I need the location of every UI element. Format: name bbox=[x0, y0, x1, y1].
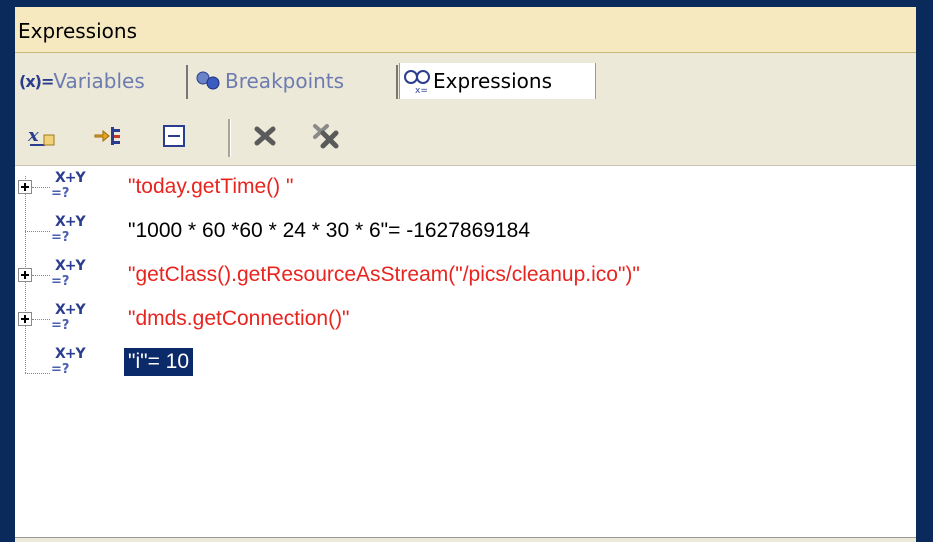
tree-row[interactable]: X+Y =? "getClass().getResourceAsStream("/… bbox=[15, 254, 916, 298]
collapse-all-icon bbox=[160, 121, 190, 155]
watch-expression-icon: X+Y =? bbox=[51, 302, 86, 333]
tab-variables-label: Variables bbox=[53, 69, 145, 93]
watch-expression-icon: X+Y =? bbox=[51, 170, 86, 201]
view-toolbar: x bbox=[15, 111, 916, 166]
tab-breakpoints[interactable]: Breakpoints bbox=[195, 63, 395, 99]
expressions-view: Expressions (x)= Variables Breakpoints x… bbox=[15, 7, 916, 542]
tab-variables[interactable]: (x)= Variables bbox=[19, 63, 185, 99]
show-type-names-button[interactable] bbox=[93, 123, 123, 153]
remove-button[interactable] bbox=[251, 123, 281, 153]
view-tab-bar: (x)= Variables Breakpoints x= Expression… bbox=[15, 53, 916, 111]
collapse-all-button[interactable] bbox=[160, 123, 190, 153]
expression-label: "getClass().getResourceAsStream("/pics/c… bbox=[128, 263, 640, 286]
expression-label: "dmds.getConnection()" bbox=[128, 307, 350, 330]
add-watch-expression-button[interactable]: x bbox=[27, 123, 57, 153]
remove-all-button[interactable] bbox=[311, 123, 341, 153]
expand-icon[interactable] bbox=[18, 312, 32, 326]
remove-all-icon bbox=[311, 121, 341, 155]
watch-expression-icon: X+Y =? bbox=[51, 214, 86, 245]
toolbar-separator bbox=[228, 119, 231, 157]
tree-row[interactable]: X+Y =? "1000 * 60 *60 * 24 * 30 * 6"= -16… bbox=[15, 210, 916, 254]
tab-expressions[interactable]: x= Expressions bbox=[399, 63, 596, 99]
tab-divider bbox=[186, 65, 188, 99]
window-frame-left bbox=[0, 0, 15, 541]
tree-connector bbox=[25, 231, 50, 232]
expression-label: "1000 * 60 *60 * 24 * 30 * 6"= -16278691… bbox=[128, 219, 530, 242]
show-type-names-icon bbox=[93, 121, 123, 155]
tree-row-selected[interactable]: X+Y =? "i"= 10 bbox=[15, 342, 916, 386]
expand-icon[interactable] bbox=[18, 268, 32, 282]
tree-row[interactable]: X+Y =? "today.getTime() " bbox=[15, 166, 916, 210]
variables-tab-icon: (x)= bbox=[19, 71, 54, 91]
tab-expressions-label: Expressions bbox=[433, 69, 552, 93]
view-title: Expressions bbox=[18, 19, 137, 43]
tab-breakpoints-label: Breakpoints bbox=[225, 69, 345, 93]
remove-icon bbox=[251, 121, 281, 155]
tree-connector bbox=[32, 187, 50, 188]
tree-row[interactable]: X+Y =? "dmds.getConnection()" bbox=[15, 298, 916, 342]
tab-divider bbox=[396, 65, 398, 99]
tree-connector bbox=[25, 373, 50, 374]
window-frame-right bbox=[916, 0, 933, 541]
expression-label: "today.getTime() " bbox=[128, 175, 294, 198]
expand-icon[interactable] bbox=[18, 180, 32, 194]
expressions-tree[interactable]: X+Y =? "today.getTime() " X+Y =? "1000 * 6… bbox=[15, 166, 916, 537]
watch-expression-icon: X+Y =? bbox=[51, 258, 86, 289]
add-watch-expression-icon: x bbox=[27, 121, 57, 155]
breakpoints-icon bbox=[195, 70, 223, 92]
expressions-tab-icon: x= bbox=[403, 68, 431, 96]
svg-text:x: x bbox=[27, 125, 39, 146]
expression-label: "i"= 10 bbox=[124, 348, 194, 376]
view-title-bar[interactable]: Expressions bbox=[15, 7, 916, 53]
tree-connector bbox=[32, 275, 50, 276]
view-bottom-border bbox=[15, 537, 916, 542]
watch-expression-icon: X+Y =? bbox=[51, 346, 86, 377]
window-frame-top bbox=[0, 0, 933, 7]
svg-text:x=: x= bbox=[415, 86, 428, 94]
tree-connector bbox=[32, 319, 50, 320]
